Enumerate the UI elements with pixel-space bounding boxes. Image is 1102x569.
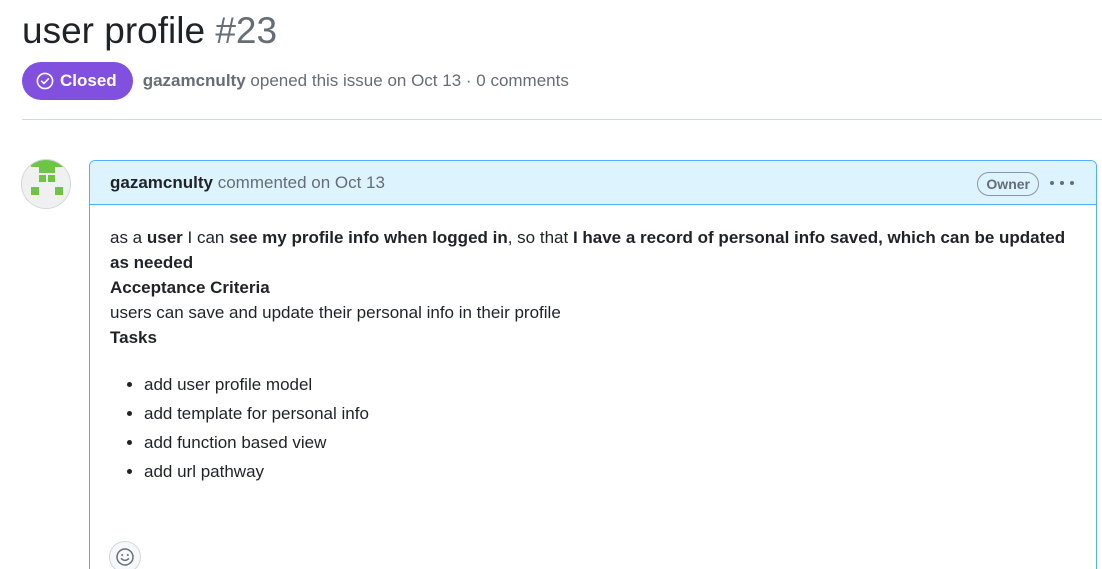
comment-header-text: gazamcnulty commented on Oct 13 (110, 173, 385, 193)
issue-opened-text: opened this issue on Oct 13 · 0 comments (250, 71, 569, 90)
comment-header: gazamcnulty commented on Oct 13 Owner (90, 161, 1096, 205)
comment-box: gazamcnulty commented on Oct 13 Owner as… (89, 160, 1097, 569)
story-bold-2: see my profile info when logged in (229, 228, 508, 247)
tasks-title: Tasks (110, 328, 157, 347)
comment-author-link[interactable]: gazamcnulty (110, 173, 213, 192)
add-reaction-button[interactable] (109, 541, 141, 569)
issue-meta-text: gazamcnulty opened this issue on Oct 13 … (143, 71, 569, 91)
acceptance-criteria-text: users can save and update their personal… (110, 303, 561, 322)
issue-number: #23 (215, 10, 278, 51)
smiley-icon (116, 548, 134, 566)
avatar[interactable] (21, 159, 71, 209)
issue-meta: Closed gazamcnulty opened this issue on … (22, 62, 569, 100)
comment-body: as a user I can see my profile info when… (90, 205, 1096, 486)
user-story-paragraph: as a user I can see my profile info when… (110, 225, 1076, 275)
tasks-list: add user profile model add template for … (110, 370, 1076, 486)
list-item: add url pathway (144, 457, 1076, 486)
story-text-3: , so that (507, 228, 573, 247)
list-item: add template for personal info (144, 399, 1076, 428)
issue-title-text: user profile (22, 10, 206, 51)
comment-action-text: commented on Oct 13 (217, 172, 385, 192)
issue-author-link[interactable]: gazamcnulty (143, 71, 246, 90)
acceptance-criteria-title: Acceptance Criteria (110, 278, 270, 297)
story-text-1: as a (110, 228, 147, 247)
list-item: add user profile model (144, 370, 1076, 399)
owner-badge: Owner (977, 172, 1039, 196)
story-text-2: I can (182, 228, 230, 247)
header-divider (22, 119, 1102, 120)
story-bold-1: user (146, 228, 183, 247)
kebab-horizontal-icon[interactable] (1050, 172, 1074, 194)
identicon (22, 160, 70, 208)
status-badge: Closed (22, 62, 133, 100)
list-item: add function based view (144, 428, 1076, 457)
check-circle-icon (36, 72, 54, 90)
status-label: Closed (60, 71, 117, 90)
issue-title: user profile #23 (22, 8, 277, 54)
